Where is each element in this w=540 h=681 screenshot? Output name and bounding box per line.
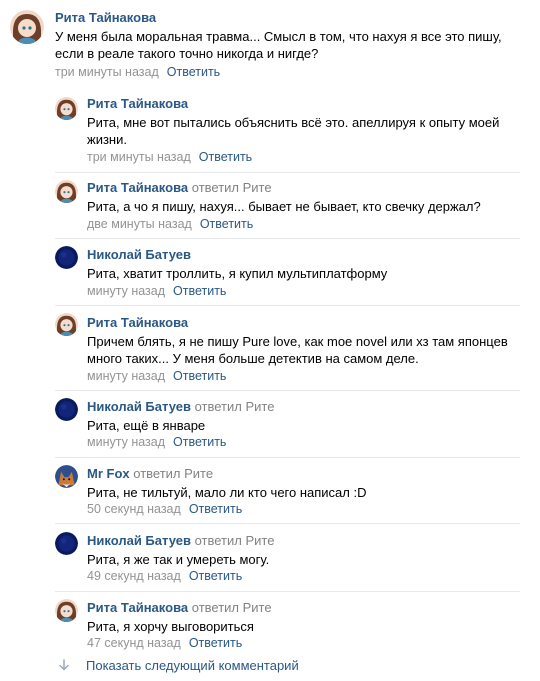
avatar[interactable] bbox=[55, 532, 78, 555]
author-name[interactable]: Рита Тайнакова bbox=[87, 315, 188, 330]
reply-button[interactable]: Ответить bbox=[189, 569, 242, 583]
comment-meta: 47 секунд назад Ответить bbox=[87, 636, 242, 650]
author-name[interactable]: Рита Тайнакова bbox=[87, 96, 188, 111]
avatar[interactable] bbox=[55, 97, 78, 120]
comment-time[interactable]: две минуты назад bbox=[87, 217, 192, 231]
comment-time[interactable]: три минуты назад bbox=[55, 65, 159, 79]
comment-time[interactable]: 50 секунд назад bbox=[87, 502, 181, 516]
comment-time[interactable]: минуту назад bbox=[87, 369, 165, 383]
avatar[interactable] bbox=[55, 180, 78, 203]
reply-button[interactable]: Ответить bbox=[189, 636, 242, 650]
reply-button[interactable]: Ответить bbox=[167, 65, 220, 79]
comment-time[interactable]: три минуты назад bbox=[87, 150, 191, 164]
comment-meta: минуту назад Ответить bbox=[87, 435, 226, 449]
author-name[interactable]: Николай Батуев ответил Рите bbox=[87, 399, 274, 414]
reply-to-label[interactable]: ответил Рите bbox=[192, 600, 272, 615]
comment-text: Рита, не тильтуй, мало ли кто чего напис… bbox=[87, 485, 367, 500]
comment-text: Рита, ещё в январе bbox=[87, 418, 206, 433]
reply-button[interactable]: Ответить bbox=[173, 369, 226, 383]
divider bbox=[55, 523, 520, 524]
author-name[interactable]: Mr Fox ответил Рите bbox=[87, 466, 213, 481]
comment-text: Рита, я же так и умереть могу. bbox=[87, 552, 270, 567]
author-link[interactable]: Николай Батуев bbox=[87, 399, 191, 414]
comment-text: Рита, а чо я пишу, нахуя... бывает не бы… bbox=[87, 199, 481, 214]
divider bbox=[55, 457, 520, 458]
author-name[interactable]: Рита Тайнакова ответил Рите bbox=[87, 180, 272, 195]
comment-meta: три минуты назад Ответить bbox=[87, 150, 252, 164]
comment-text: Рита, я хорчу выговориться bbox=[87, 619, 254, 634]
comment-meta: три минуты назад Ответить bbox=[55, 65, 220, 79]
reply-button[interactable]: Ответить bbox=[173, 284, 226, 298]
comment-meta: минуту назад Ответить bbox=[87, 284, 226, 298]
author-link[interactable]: Рита Тайнакова bbox=[87, 600, 188, 615]
author-link[interactable]: Рита Тайнакова bbox=[55, 10, 156, 25]
author-name[interactable]: Николай Батуев ответил Рите bbox=[87, 533, 274, 548]
reply-to-label[interactable]: ответил Рите bbox=[195, 533, 275, 548]
reply-button[interactable]: Ответить bbox=[189, 502, 242, 516]
comment-meta: минуту назад Ответить bbox=[87, 369, 226, 383]
author-link[interactable]: Николай Батуев bbox=[87, 247, 191, 262]
avatar[interactable] bbox=[55, 246, 78, 269]
comment-text: Рита, мне вот пытались объяснить всё это… bbox=[87, 115, 500, 147]
author-name[interactable]: Рита Тайнакова ответил Рите bbox=[87, 600, 272, 615]
comment-text: Причем блять, я не пишу Pure love, как m… bbox=[87, 334, 508, 366]
avatar[interactable] bbox=[55, 599, 78, 622]
author-link[interactable]: Николай Батуев bbox=[87, 533, 191, 548]
reply-to-label[interactable]: ответил Рите bbox=[133, 466, 213, 481]
comment-time[interactable]: минуту назад bbox=[87, 284, 165, 298]
divider bbox=[55, 390, 520, 391]
avatar[interactable] bbox=[55, 313, 78, 336]
comment-thread: Рита Тайнакова У меня была моральная тра… bbox=[0, 0, 540, 681]
divider bbox=[55, 172, 520, 173]
reply-button[interactable]: Ответить bbox=[173, 435, 226, 449]
author-link[interactable]: Рита Тайнакова bbox=[87, 96, 188, 111]
show-next-label: Показать следующий комментарий bbox=[86, 658, 299, 673]
comment-time[interactable]: 47 секунд назад bbox=[87, 636, 181, 650]
avatar[interactable] bbox=[55, 465, 78, 488]
show-next-comment-button[interactable]: Показать следующий комментарий bbox=[58, 658, 299, 673]
comment-meta: две минуты назад Ответить bbox=[87, 217, 253, 231]
comment-text: У меня была моральная травма... Смысл в … bbox=[55, 29, 502, 61]
divider bbox=[55, 305, 520, 306]
avatar[interactable] bbox=[55, 398, 78, 421]
comment-time[interactable]: 49 секунд назад bbox=[87, 569, 181, 583]
comment-time[interactable]: минуту назад bbox=[87, 435, 165, 449]
author-link[interactable]: Рита Тайнакова bbox=[87, 315, 188, 330]
comment-meta: 50 секунд назад Ответить bbox=[87, 502, 242, 516]
avatar[interactable] bbox=[10, 10, 44, 44]
author-link[interactable]: Mr Fox bbox=[87, 466, 130, 481]
comment-meta: 49 секунд назад Ответить bbox=[87, 569, 242, 583]
comment-text: Рита, хватит троллить, я купил мультипла… bbox=[87, 266, 388, 281]
divider bbox=[55, 591, 520, 592]
reply-to-label[interactable]: ответил Рите bbox=[192, 180, 272, 195]
reply-to-label[interactable]: ответил Рите bbox=[195, 399, 275, 414]
divider bbox=[55, 238, 520, 239]
author-name[interactable]: Николай Батуев bbox=[87, 247, 191, 262]
reply-button[interactable]: Ответить bbox=[200, 217, 253, 231]
arrow-down-icon bbox=[58, 658, 72, 673]
author-link[interactable]: Рита Тайнакова bbox=[87, 180, 188, 195]
reply-button[interactable]: Ответить bbox=[199, 150, 252, 164]
author-name[interactable]: Рита Тайнакова bbox=[55, 10, 156, 25]
